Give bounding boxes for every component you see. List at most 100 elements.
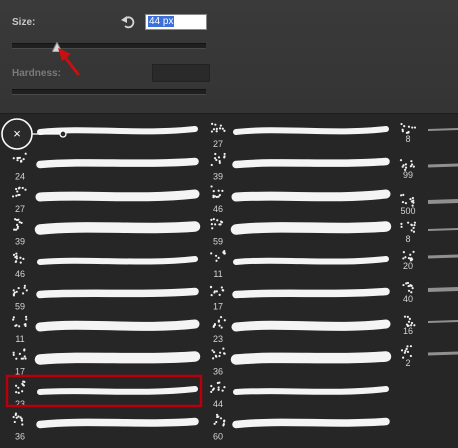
brush-size-label: 59: [213, 237, 223, 247]
brush-tip-thumbnail: [12, 348, 27, 360]
brush-settings-panel: Size: 44 px Hardness:: [0, 0, 458, 114]
brush-hover-control[interactable]: ×: [0, 114, 80, 154]
brush-tip-thumbnail: [12, 152, 27, 163]
brush-preset-col3-5[interactable]: 40: [402, 281, 458, 304]
brush-tip-thumbnail: [210, 250, 226, 262]
brush-tip-thumbnail: [210, 185, 224, 199]
brush-tip-thumbnail: [213, 413, 226, 427]
brush-preset-col3-4[interactable]: 20: [402, 250, 458, 271]
brush-preset-col1-5[interactable]: 59: [12, 284, 199, 312]
brush-size-label: 46: [213, 204, 223, 214]
brush-tip-thumbnail: [212, 315, 226, 329]
brush-size-label: 2: [405, 358, 410, 368]
brush-size-label: 23: [213, 334, 223, 344]
brush-size-label: 27: [15, 204, 25, 214]
brush-stroke-preview: [427, 254, 458, 259]
brush-size-label: 44: [213, 399, 223, 409]
brush-size-label: 11: [15, 334, 24, 344]
brush-tip-thumbnail: [14, 380, 26, 394]
brush-size-label: 16: [403, 326, 413, 336]
brush-size-label: 60: [213, 432, 223, 442]
brush-size-label: 39: [15, 237, 25, 247]
close-icon[interactable]: ×: [13, 126, 21, 141]
brush-size-label: 27: [213, 139, 223, 149]
brush-stroke-preview: [231, 319, 391, 332]
brush-tip-thumbnail: [400, 122, 417, 134]
brush-preset-col1-1[interactable]: 24: [12, 152, 199, 182]
brush-tip-thumbnail: [11, 186, 27, 198]
brush-preset-col2-7[interactable]: 36: [211, 347, 392, 377]
brush-preset-col1-4[interactable]: 46: [12, 252, 198, 279]
brush-stroke-preview: [34, 351, 201, 365]
brush-tip-thumbnail: [13, 218, 23, 231]
brush-size-label: 11: [213, 269, 222, 279]
brush-tip-thumbnail: [12, 412, 24, 426]
brush-stroke-preview: [232, 157, 390, 169]
brush-preset-col3-0[interactable]: 8: [400, 122, 458, 144]
brush-stroke-preview: [35, 189, 200, 202]
brush-preset-col3-3[interactable]: 8: [400, 221, 458, 244]
brush-tip-thumbnail: [12, 284, 28, 297]
brush-preset-col2-5[interactable]: 17: [209, 285, 390, 312]
brush-preset-col2-9[interactable]: 60: [213, 413, 390, 442]
brush-size-label: 59: [15, 302, 25, 312]
brush-preset-col2-8[interactable]: 44: [210, 381, 389, 409]
brush-preset-col1-9[interactable]: 36: [12, 412, 199, 442]
brush-preset-col1-3[interactable]: 39: [13, 218, 201, 247]
brush-size-label: 36: [213, 367, 223, 377]
brush-tip-thumbnail: [402, 250, 415, 262]
brush-tip-thumbnail: [209, 285, 225, 297]
brush-stroke-preview: [231, 189, 391, 202]
brush-tip-thumbnail: [12, 315, 28, 328]
brush-tip-thumbnail: [211, 347, 226, 360]
brush-stroke-preview: [427, 228, 458, 231]
brush-preset-col2-4[interactable]: 11: [210, 250, 389, 279]
hardness-label: Hardness:: [12, 68, 61, 79]
brush-size-label: 99: [403, 170, 413, 180]
brush-size-label: 36: [15, 432, 25, 442]
brush-preset-col3-1[interactable]: 99: [399, 159, 458, 180]
brush-stroke-preview: [427, 128, 458, 131]
brush-tip-thumbnail: [400, 221, 417, 233]
hardness-input: [152, 64, 210, 82]
brush-stroke-preview: [232, 287, 390, 299]
brush-stroke-preview: [427, 163, 458, 168]
brush-preset-col3-6[interactable]: 16: [403, 315, 458, 336]
brush-stroke-preview: [37, 256, 198, 265]
brush-stroke-preview: [230, 351, 392, 365]
brush-stroke-preview: [36, 287, 199, 299]
brush-stroke-preview: [233, 126, 389, 135]
brush-preset-col1-2[interactable]: 27: [11, 186, 200, 214]
size-input[interactable]: 44 px: [145, 14, 207, 30]
brush-preset-canvas[interactable]: 1424273946591117233627394659111723364460…: [0, 114, 458, 448]
brush-preset-col3-2[interactable]: 500: [400, 193, 458, 216]
brush-size-label: 23: [15, 399, 25, 409]
brush-stroke-preview: [37, 386, 198, 395]
brush-preset-col2-3[interactable]: 59: [210, 218, 392, 247]
brush-size-label: 8: [405, 134, 410, 144]
brush-preset-col2-2[interactable]: 46: [210, 185, 391, 214]
hardness-slider-track: [12, 89, 206, 95]
brush-preset-col1-6[interactable]: 11: [12, 315, 200, 344]
brush-size-label: 17: [213, 302, 223, 312]
brush-size-label: 39: [213, 172, 223, 182]
brush-stroke-preview: [427, 287, 458, 292]
size-slider-track[interactable]: [12, 43, 206, 49]
brush-size-label: 20: [403, 261, 413, 271]
brush-preset-col1-7[interactable]: 17: [12, 348, 201, 377]
reset-arrow-icon[interactable]: [120, 13, 138, 31]
size-label: Size:: [12, 17, 36, 28]
brush-tip-thumbnail: [400, 345, 413, 359]
brush-tip-thumbnail: [400, 193, 415, 207]
brush-preset-grid[interactable]: 1424273946591117233627394659111723364460…: [0, 114, 458, 448]
brush-preset-col1-8[interactable]: 23: [5, 374, 203, 409]
brush-size-label: 40: [403, 294, 413, 304]
brush-stroke-preview: [34, 221, 201, 235]
brush-tip-thumbnail: [12, 252, 25, 264]
brush-tip-thumbnail: [210, 122, 226, 133]
brush-preset-col3-7[interactable]: 2: [400, 345, 458, 368]
brush-tip-thumbnail: [210, 152, 226, 167]
brush-preset-col2-1[interactable]: 39: [210, 152, 390, 182]
brush-preset-col2-0[interactable]: 27: [210, 122, 389, 149]
brush-preset-col2-6[interactable]: 23: [212, 315, 391, 344]
